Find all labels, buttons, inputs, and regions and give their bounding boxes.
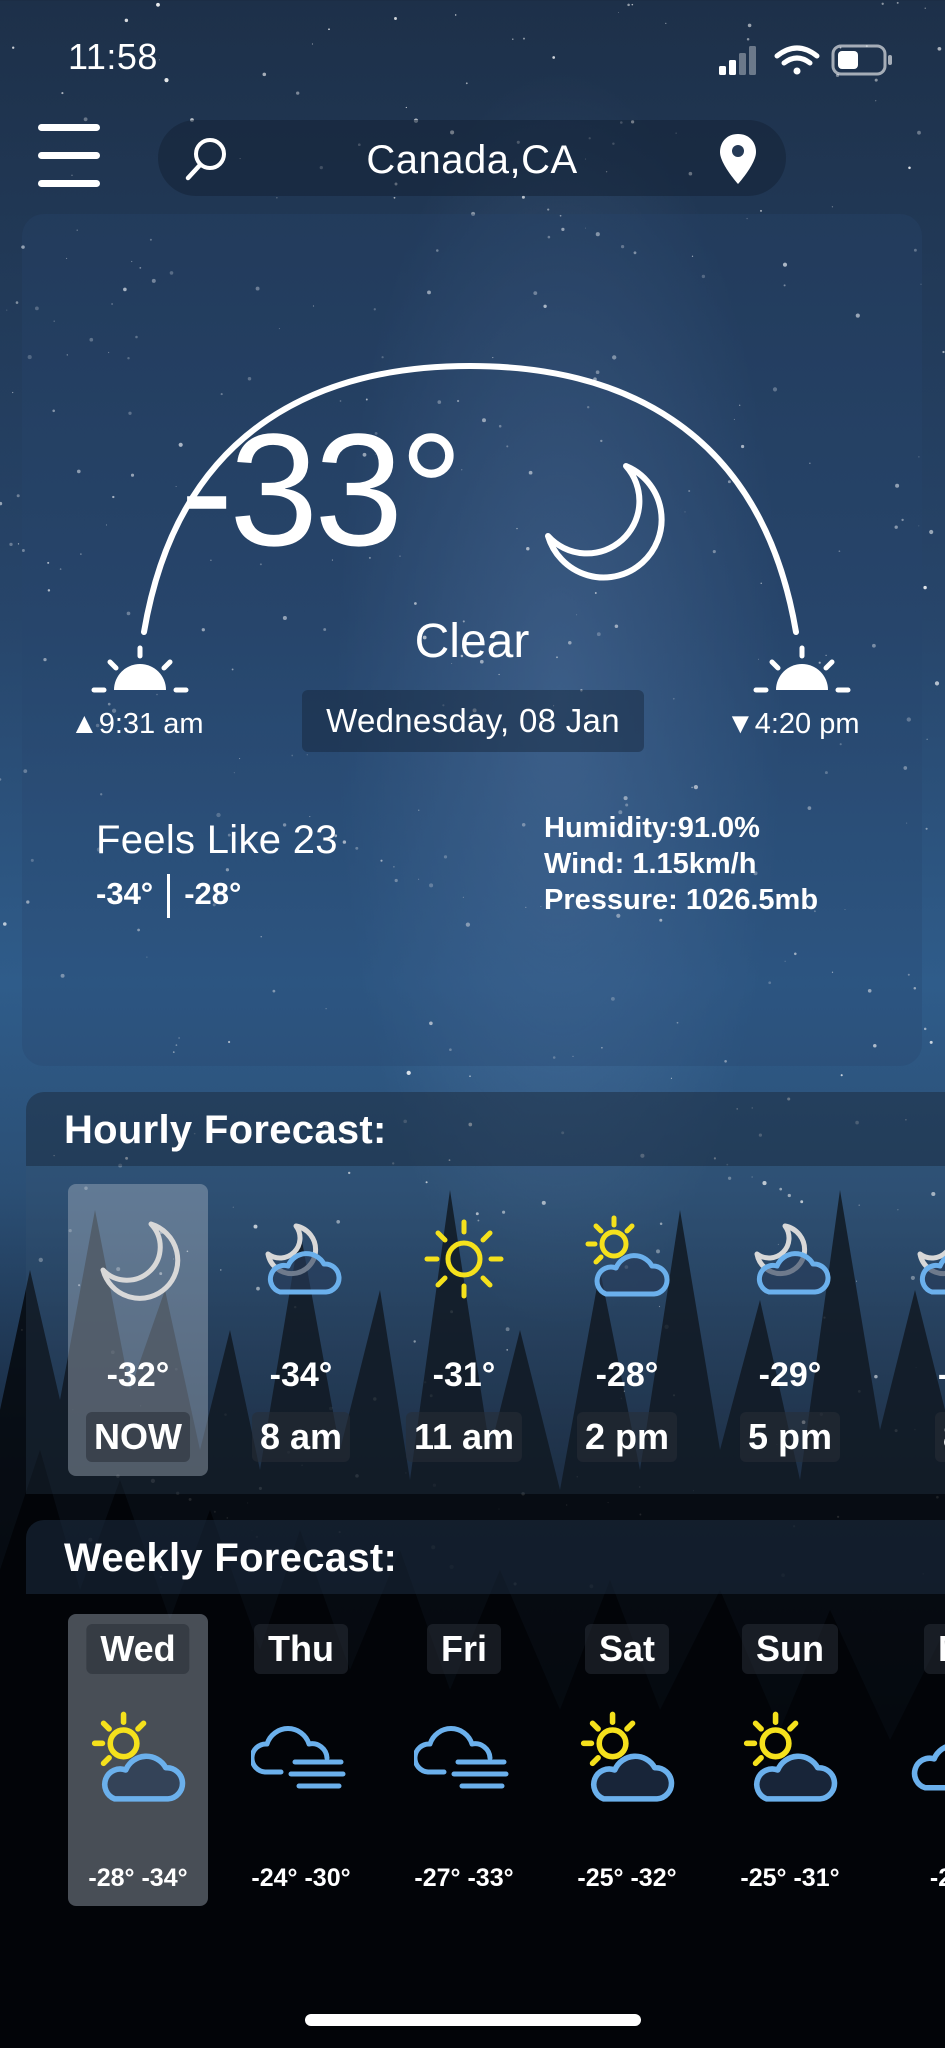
day-temperature-range: -25° -31° <box>740 1864 840 1892</box>
menu-icon-line <box>38 124 100 131</box>
moon-cloud-icon <box>256 1214 346 1304</box>
hourly-item[interactable]: -34° 8 am <box>231 1184 371 1476</box>
day-name: Sat <box>584 1624 670 1674</box>
hourly-forecast-title: Hourly Forecast: <box>64 1108 387 1152</box>
fog-cloud-icon <box>249 1710 351 1800</box>
sun-cloud-icon <box>582 1214 672 1304</box>
hourly-temperature: -31° <box>432 1356 496 1394</box>
hourly-item[interactable]: -38 <box>883 1184 945 1476</box>
day-name: Wed <box>86 1624 190 1674</box>
location-pin-icon[interactable] <box>718 132 758 186</box>
hourly-temperature: -34° <box>269 1356 333 1394</box>
weekly-forecast-header: Weekly Forecast: <box>26 1520 945 1594</box>
sunrise-time-value: 9:31 am <box>98 708 204 740</box>
hourly-temperature: -32° <box>106 1356 170 1394</box>
sun-cloud-icon <box>88 1710 188 1802</box>
sun-cloud-icon <box>740 1710 840 1802</box>
status-time: 11:58 <box>68 36 158 77</box>
daily-item[interactable]: Sun -25° -31° <box>720 1614 860 1906</box>
day-temperature-range: -24° -30° <box>251 1864 351 1892</box>
hourly-time: 8 <box>934 1412 945 1462</box>
daily-item[interactable]: M -26° <box>883 1614 945 1906</box>
feels-like: Feels Like 23 <box>96 818 338 862</box>
hourly-time: NOW <box>86 1412 190 1462</box>
sunset-time-value: 4:20 pm <box>754 708 860 740</box>
day-name: Thu <box>254 1624 348 1674</box>
home-indicator[interactable] <box>305 2014 641 2026</box>
weekly-forecast-title: Weekly Forecast: <box>64 1536 398 1580</box>
location-search-bar[interactable]: Canada,CA <box>158 120 786 196</box>
sunset-time: ▼4:20 pm <box>726 708 860 741</box>
battery-icon <box>831 44 892 76</box>
status-icons <box>719 44 892 76</box>
hourly-temperature: -29° <box>758 1356 822 1394</box>
day-temperature-range: -27° -33° <box>414 1864 514 1892</box>
hourly-item[interactable]: -28° 2 pm <box>557 1184 697 1476</box>
current-date: Wednesday, 08 Jan <box>302 690 644 752</box>
cloud-icon <box>903 1710 945 1800</box>
daily-item[interactable]: Thu -24° -30° <box>231 1614 371 1906</box>
search-icon[interactable] <box>182 134 232 184</box>
moon-cloud-icon <box>745 1214 835 1304</box>
range-divider <box>167 874 171 918</box>
hourly-temperature: -3 <box>883 1356 945 1395</box>
weather-details: Humidity:91.0% Wind: 1.15km/h Pressure: … <box>544 810 818 918</box>
day-temperature-range: -26° <box>929 1864 945 1892</box>
humidity-value: Humidity:91.0% <box>544 812 760 844</box>
day-name: Fri <box>426 1624 502 1674</box>
temperature-range: -34° -28° <box>96 874 241 918</box>
wind-value: Wind: 1.15km/h <box>544 848 757 880</box>
day-name: M <box>924 1624 945 1674</box>
hourly-item[interactable]: -32° NOW <box>68 1184 208 1476</box>
moon-icon <box>545 463 665 581</box>
daily-item[interactable]: Fri -27° -33° <box>394 1614 534 1906</box>
sunset-icon <box>753 645 851 693</box>
hourly-forecast-header: Hourly Forecast: <box>26 1092 945 1166</box>
sunrise-time: ▲9:31 am <box>70 708 204 741</box>
sunrise-icon <box>91 645 189 693</box>
sun-icon <box>419 1214 509 1304</box>
hourly-time: 8 am <box>251 1412 351 1462</box>
city-name[interactable]: Canada,CA <box>248 138 696 183</box>
weather-condition: Clear <box>414 615 530 668</box>
low-temperature: -34° <box>96 876 154 912</box>
signal-icon <box>719 46 756 75</box>
wifi-icon <box>774 45 820 75</box>
hourly-time: 11 am <box>405 1412 523 1462</box>
hourly-item[interactable]: -29° 5 pm <box>720 1184 860 1476</box>
day-name: Sun <box>742 1624 838 1674</box>
day-temperature-range: -28° -34° <box>88 1864 188 1892</box>
down-arrow-icon: ▼ <box>726 708 755 740</box>
day-temperature-range: -25° -32° <box>577 1864 677 1892</box>
pressure-value: Pressure: 1026.5mb <box>544 884 819 916</box>
moon-icon <box>93 1214 183 1304</box>
up-arrow-icon: ▲ <box>70 708 99 740</box>
high-temperature: -28° <box>184 876 242 912</box>
current-temperature: -33° <box>180 400 463 579</box>
menu-icon-line <box>38 180 100 187</box>
status-bar: 11:58 <box>0 0 945 110</box>
hourly-item[interactable]: -31° 11 am <box>394 1184 534 1476</box>
hourly-time: 2 pm <box>576 1412 678 1462</box>
moon-cloud-icon <box>908 1214 945 1304</box>
hourly-time: 5 pm <box>739 1412 841 1462</box>
fog-cloud-icon <box>412 1710 514 1800</box>
daily-item[interactable]: Sat -25° -32° <box>557 1614 697 1906</box>
hourly-temperature: -28° <box>595 1356 659 1394</box>
menu-icon-line <box>38 152 100 159</box>
menu-button[interactable] <box>38 124 100 190</box>
daily-item[interactable]: Wed -28° -34° <box>68 1614 208 1906</box>
sun-cloud-icon <box>577 1710 677 1802</box>
